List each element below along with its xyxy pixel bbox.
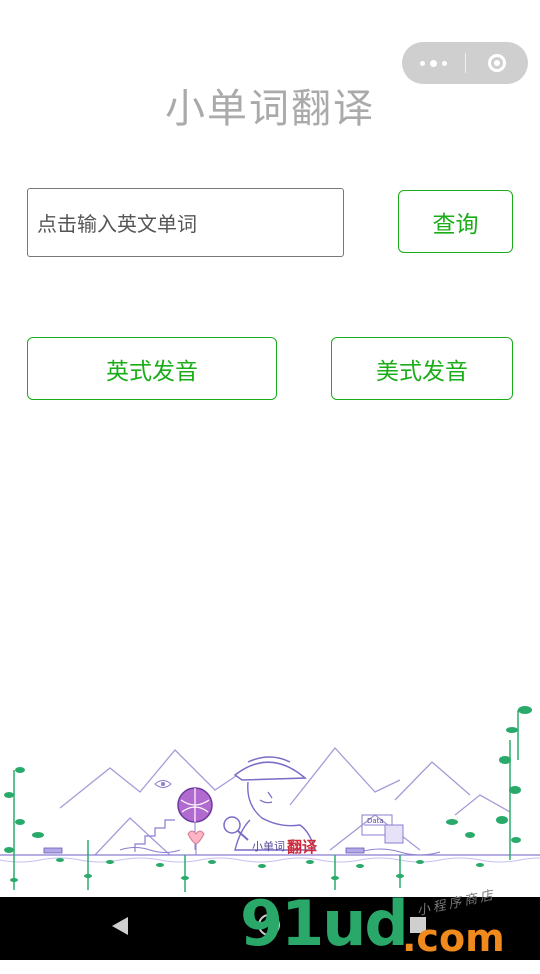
uk-pronunciation-label: 英式发音 — [106, 358, 198, 385]
recent-apps-icon[interactable] — [410, 917, 426, 933]
system-nav-bar — [0, 897, 540, 960]
illustration-caption-small: 小单词 — [252, 840, 285, 853]
home-icon[interactable] — [258, 914, 280, 936]
word-input-placeholder: 点击输入英文单词 — [37, 212, 197, 236]
page-title: 小单词翻译 — [165, 86, 375, 132]
footer-illustration: 小单词 翻译 Data — [0, 706, 540, 892]
uk-pronunciation-button[interactable]: 英式发音 — [27, 337, 277, 400]
illustration-data-tag: Data — [367, 817, 384, 825]
illustration-caption-big: 翻译 — [287, 838, 318, 856]
us-pronunciation-button[interactable]: 美式发音 — [331, 337, 513, 400]
query-button[interactable]: 查询 — [398, 190, 513, 253]
us-pronunciation-label: 美式发音 — [376, 358, 468, 385]
query-button-label: 查询 — [432, 211, 479, 238]
word-input[interactable]: 点击输入英文单词 — [27, 188, 344, 257]
back-icon[interactable] — [112, 917, 128, 935]
